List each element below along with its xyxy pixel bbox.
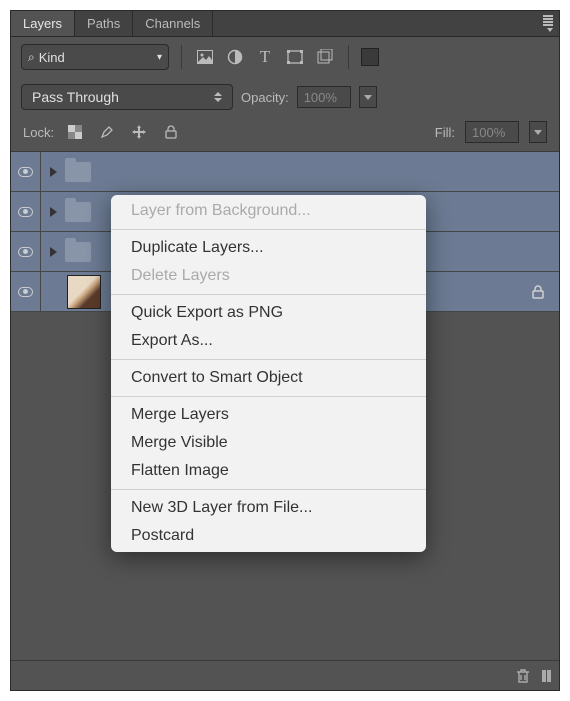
search-icon: ⌕ — [28, 50, 35, 65]
smart-object-filter-icon[interactable] — [314, 46, 336, 68]
fill-dropdown-caret[interactable] — [529, 121, 547, 143]
menu-item: Layer from Background... — [111, 197, 426, 225]
menu-item[interactable]: Export As... — [111, 327, 426, 355]
tab-row: Layers Paths Channels — [11, 11, 559, 37]
eye-icon — [18, 207, 33, 217]
opacity-field[interactable]: 100% — [297, 86, 351, 108]
layer-context-menu: Layer from Background... Duplicate Layers… — [111, 195, 426, 552]
divider — [348, 45, 349, 69]
menu-separator — [111, 229, 426, 230]
lock-all-icon[interactable] — [160, 121, 182, 143]
disclosure-triangle[interactable] — [41, 247, 65, 257]
layer-row-group[interactable] — [11, 152, 559, 192]
eye-icon — [18, 287, 33, 297]
lock-row: Lock: Fill: 100% — [11, 117, 559, 152]
layer-locked-icon — [531, 285, 545, 299]
eye-icon — [18, 247, 33, 257]
eye-icon — [18, 167, 33, 177]
visibility-toggle[interactable] — [11, 272, 41, 311]
fill-field[interactable]: 100% — [465, 121, 519, 143]
folder-icon — [65, 202, 91, 222]
kind-filter-label: Kind — [39, 50, 65, 65]
trash-icon[interactable] — [514, 667, 532, 685]
menu-item[interactable]: Merge Layers — [111, 401, 426, 429]
blend-mode-dropdown[interactable]: Pass Through — [21, 84, 233, 110]
shape-layer-filter-icon[interactable] — [284, 46, 306, 68]
lock-pixels-brush-icon[interactable] — [96, 121, 118, 143]
tab-channels[interactable]: Channels — [133, 11, 213, 36]
visibility-toggle[interactable] — [11, 232, 41, 271]
filter-row: ⌕ Kind ▾ T — [11, 37, 559, 77]
kind-filter-dropdown[interactable]: ⌕ Kind ▾ — [21, 44, 169, 70]
menu-item[interactable]: Flatten Image — [111, 457, 426, 485]
menu-item[interactable]: Postcard — [111, 522, 426, 550]
menu-item[interactable]: New 3D Layer from File... — [111, 494, 426, 522]
visibility-toggle[interactable] — [11, 192, 41, 231]
layer-thumbnail — [67, 275, 101, 309]
menu-separator — [111, 359, 426, 360]
updown-caret-icon — [214, 92, 222, 102]
panel-footer — [11, 660, 559, 690]
panel-menu-icon[interactable] — [543, 15, 553, 32]
lock-position-move-icon[interactable] — [128, 121, 150, 143]
menu-separator — [111, 489, 426, 490]
menu-item[interactable]: Merge Visible — [111, 429, 426, 457]
menu-item[interactable]: Quick Export as PNG — [111, 299, 426, 327]
folder-icon — [65, 242, 91, 262]
tab-layers[interactable]: Layers — [11, 11, 75, 36]
opacity-label: Opacity: — [241, 90, 289, 105]
folder-icon — [65, 162, 91, 182]
fill-label: Fill: — [435, 125, 455, 140]
menu-item[interactable]: Convert to Smart Object — [111, 364, 426, 392]
tab-paths[interactable]: Paths — [75, 11, 133, 36]
adjustment-layer-filter-icon[interactable] — [224, 46, 246, 68]
disclosure-triangle[interactable] — [41, 167, 65, 177]
type-layer-filter-icon[interactable]: T — [254, 46, 276, 68]
lock-transparency-icon[interactable] — [64, 121, 86, 143]
menu-separator — [111, 294, 426, 295]
filter-toggle-switch[interactable] — [361, 48, 379, 66]
disclosure-triangle[interactable] — [41, 207, 65, 217]
menu-item[interactable]: Duplicate Layers... — [111, 234, 426, 262]
menu-separator — [111, 396, 426, 397]
blend-mode-value: Pass Through — [32, 89, 119, 105]
panel-collapse-icon[interactable] — [542, 670, 551, 682]
lock-label: Lock: — [23, 125, 54, 140]
visibility-toggle[interactable] — [11, 152, 41, 191]
menu-item: Delete Layers — [111, 262, 426, 290]
blend-row: Pass Through Opacity: 100% — [11, 77, 559, 117]
opacity-dropdown-caret[interactable] — [359, 86, 377, 108]
pixel-layer-filter-icon[interactable] — [194, 46, 216, 68]
chevron-down-icon: ▾ — [157, 52, 162, 63]
divider — [181, 45, 182, 69]
